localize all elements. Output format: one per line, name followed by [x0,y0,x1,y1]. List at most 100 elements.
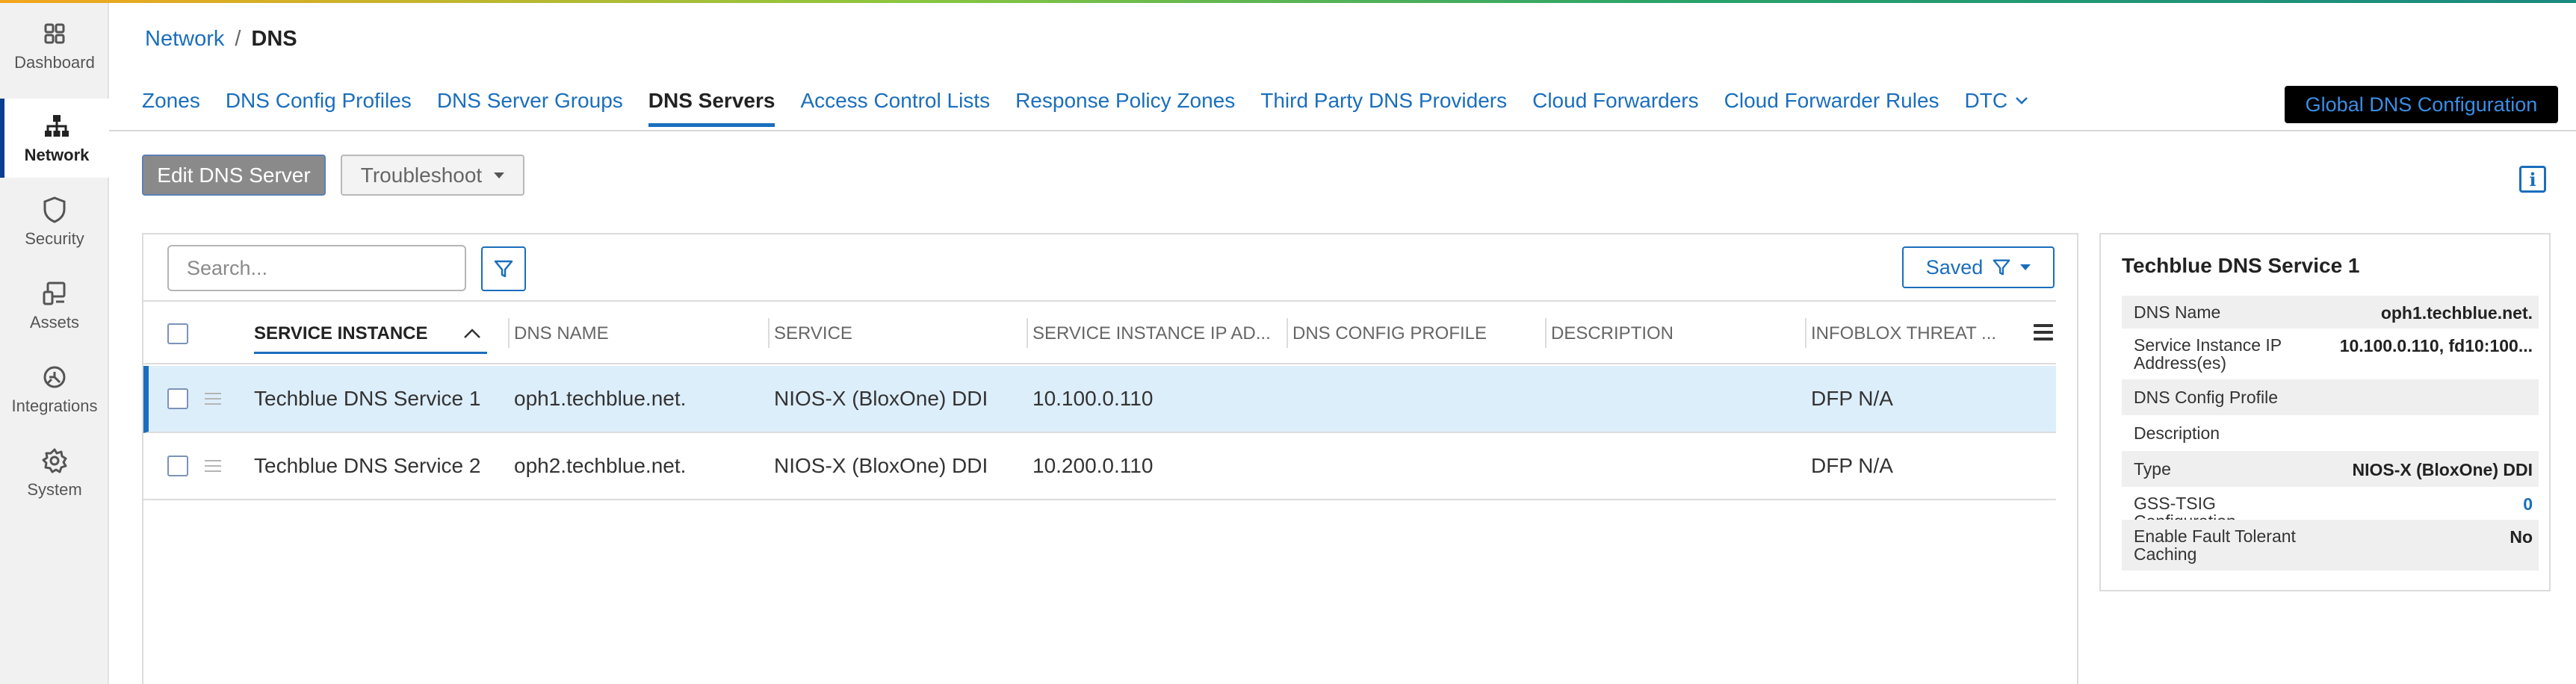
tab-dns-config-profiles[interactable]: DNS Config Profiles [226,86,412,123]
detail-panel: Techblue DNS Service 1 DNS Name oph1.tec… [2099,233,2551,591]
shield-icon [43,196,66,223]
breadcrumb-network-link[interactable]: Network [145,27,224,52]
tab-cloud-forwarders[interactable]: Cloud Forwarders [1532,86,1699,123]
troubleshoot-dropdown[interactable]: Troubleshoot [341,155,524,196]
nav-item-dashboard[interactable]: Dashboard [0,6,109,85]
tab-third-party-dns-providers[interactable]: Third Party DNS Providers [1260,86,1507,123]
detail-row-fault-tolerant: Enable Fault Tolerant Caching No [2122,520,2539,570]
network-icon [45,115,69,137]
nav-item-network[interactable]: Network [0,99,109,178]
global-dns-configuration-button[interactable]: Global DNS Configuration [2285,86,2558,123]
col-description-label: DESCRIPTION [1551,323,1674,343]
nav-label: System [27,480,82,499]
col-dns-name-label: DNS NAME [514,323,609,343]
nav-label: Security [25,229,84,248]
detail-row-description: Description [2122,415,2539,451]
detail-row-ip-addresses: Service Instance IP Address(es) 10.100.0… [2122,329,2539,379]
cell-threat: DFP N/A [1811,454,1893,477]
troubleshoot-label: Troubleshoot [360,163,483,187]
col-infoblox-threat[interactable]: INFOBLOX THREAT ... [1805,302,1997,366]
detail-row-gss-tsig: GSS-TSIG Configuration 0 [2122,487,2539,530]
col-dns-config-profile-label: DNS CONFIG PROFILE [1292,323,1487,343]
breadcrumb-separator: / [235,27,241,51]
detail-key: Service Instance IP Address(es) [2134,335,2282,373]
dashboard-grid-icon [44,23,65,44]
cell-service: NIOS-X (BloxOne) DDI [774,454,988,477]
search-input[interactable] [167,245,466,291]
detail-value: 10.100.0.110, fd10:100... [2339,336,2533,355]
info-icon[interactable]: i [2519,166,2546,193]
table-row[interactable]: Techblue DNS Service 2 oph2.techblue.net… [143,433,2056,500]
chevron-down-icon [2016,97,2028,105]
dns-servers-grid: Saved SERVICE INSTANCE DNS NAME SERVICE … [142,233,2078,684]
brand-stripe [0,0,2576,3]
tab-dtc-dropdown[interactable]: DTC [1965,86,2029,123]
tab-dtc-label: DTC [1964,89,2008,112]
nav-item-security[interactable]: Security [0,182,109,261]
select-all-checkbox[interactable] [167,323,188,344]
detail-key: DNS Config Profile [2134,388,2279,407]
detail-title: Techblue DNS Service 1 [2122,254,2360,277]
detail-row-dns-name: DNS Name oph1.techblue.net. [2122,296,2539,329]
gss-tsig-count-link[interactable]: 0 [2523,494,2533,514]
detail-key: Description [2134,423,2220,443]
filter-button[interactable] [481,246,526,291]
cell-ip: 10.200.0.110 [1032,454,1154,477]
col-service-instance-ip-label: SERVICE INSTANCE IP AD... [1032,323,1271,343]
left-nav-rail: Dashboard Network Security Assets Integr… [0,3,109,684]
saved-label: Saved [1925,255,1984,279]
col-description[interactable]: DESCRIPTION [1545,302,1674,366]
tab-dns-servers[interactable]: DNS Servers [648,86,775,127]
nav-item-integrations[interactable]: Integrations [0,349,109,429]
saved-filters-button[interactable]: Saved [1902,246,2055,288]
col-infoblox-threat-label: INFOBLOX THREAT ... [1811,323,1997,343]
drag-handle-icon[interactable] [205,366,221,432]
cell-ip: 10.100.0.110 [1032,387,1154,410]
row-checkbox[interactable] [167,456,188,476]
nav-item-assets[interactable]: Assets [0,266,109,345]
caret-down-icon [494,172,505,178]
tab-zones[interactable]: Zones [142,86,200,123]
row-checkbox[interactable] [167,388,188,409]
row-checkbox-cell [167,366,188,432]
tabs-divider [109,130,2576,131]
cell-service-instance: Techblue DNS Service 1 [254,387,481,410]
nav-item-system[interactable]: System [0,433,109,512]
column-menu-icon[interactable] [2034,324,2053,341]
tab-cloud-forwarder-rules[interactable]: Cloud Forwarder Rules [1724,86,1939,123]
select-all-cell [167,302,188,366]
cell-service-instance: Techblue DNS Service 2 [254,454,481,477]
detail-row-config-profile: DNS Config Profile [2122,379,2539,415]
tab-dns-server-groups[interactable]: DNS Server Groups [437,86,623,123]
nav-label: Assets [29,313,80,332]
gear-icon [42,448,67,473]
dns-tabs: Zones DNS Config Profiles DNS Server Gro… [142,86,2028,131]
breadcrumb: Network / DNS [145,27,297,52]
edit-dns-server-button[interactable]: Edit DNS Server [142,155,326,196]
drag-handle-icon[interactable] [205,433,221,499]
col-dns-config-profile[interactable]: DNS CONFIG PROFILE [1287,302,1487,366]
column-separator [1287,318,1288,348]
col-service-instance[interactable]: SERVICE INSTANCE [254,302,487,366]
detail-value: No [2510,527,2533,547]
detail-value: NIOS-X (BloxOne) DDI [2352,460,2533,479]
tab-response-policy-zones[interactable]: Response Policy Zones [1015,86,1235,123]
nav-label: Integrations [11,397,98,415]
breadcrumb-current: DNS [251,27,297,51]
sort-ascending-icon [463,329,480,338]
filter-icon [494,260,513,278]
sort-underline [254,352,487,354]
table-row[interactable]: Techblue DNS Service 1 oph1.techblue.net… [143,366,2056,433]
col-service-instance-ip[interactable]: SERVICE INSTANCE IP AD... [1027,302,1271,366]
col-service-instance-label: SERVICE INSTANCE [254,323,428,343]
caret-down-icon [2020,264,2031,270]
filter-icon [1993,259,2010,276]
table-header: SERVICE INSTANCE DNS NAME SERVICE SERVIC… [143,300,2056,364]
col-service[interactable]: SERVICE [768,302,852,366]
tab-access-control-lists[interactable]: Access Control Lists [800,86,990,123]
detail-key: Type [2134,459,2171,479]
col-service-label: SERVICE [774,323,852,343]
column-separator [508,318,510,348]
detail-key: DNS Name [2134,302,2221,322]
col-dns-name[interactable]: DNS NAME [508,302,609,366]
